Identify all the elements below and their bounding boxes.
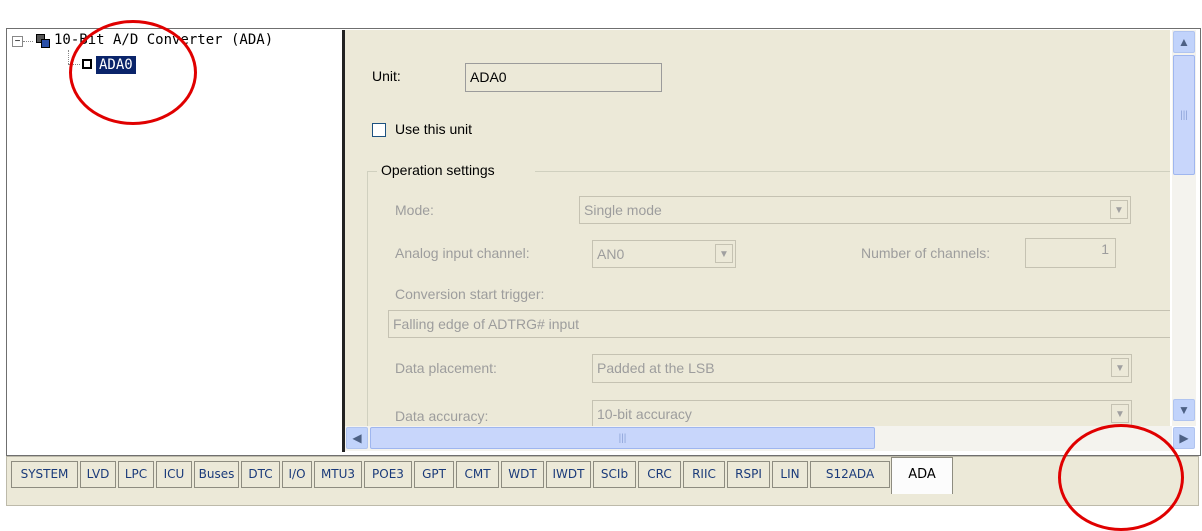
accuracy-select[interactable]: 10-bit accuracy ▼ <box>592 400 1132 426</box>
tab-dtc[interactable]: DTC <box>241 461 280 488</box>
tab-scib[interactable]: SCIb <box>593 461 636 488</box>
unit-node-icon <box>82 59 92 69</box>
mode-value: Single mode <box>584 202 662 218</box>
peripheral-tab-bar: SYSTEM LVD LPC ICU Buses DTC I/O MTU3 PO… <box>6 456 1199 506</box>
mode-select[interactable]: Single mode ▼ <box>579 196 1131 224</box>
scroll-left-icon[interactable]: ◀ <box>346 427 368 449</box>
tab-io[interactable]: I/O <box>282 461 312 488</box>
vertical-scroll-thumb[interactable]: ||| <box>1173 55 1195 175</box>
tree-root-label[interactable]: 10-Bit A/D Converter (ADA) <box>54 32 273 48</box>
placement-select[interactable]: Padded at the LSB ▼ <box>592 354 1132 383</box>
mode-label: Mode: <box>395 202 434 218</box>
chevron-down-icon[interactable]: ▼ <box>1111 404 1129 423</box>
tree-item-ada0[interactable]: ADA0 <box>96 56 136 74</box>
tab-crc[interactable]: CRC <box>638 461 681 488</box>
group-border <box>535 171 1170 172</box>
chevron-down-icon[interactable]: ▼ <box>715 244 733 263</box>
operation-settings-title: Operation settings <box>381 162 495 178</box>
num-channels-label: Number of channels: <box>861 245 991 261</box>
use-unit-label[interactable]: Use this unit <box>395 121 472 137</box>
unit-field: ADA0 <box>465 63 662 92</box>
chevron-down-icon[interactable]: ▼ <box>1111 358 1129 377</box>
group-border <box>367 171 377 172</box>
tab-system[interactable]: SYSTEM <box>11 461 78 488</box>
placement-label: Data placement: <box>395 360 497 376</box>
peripheral-tree[interactable]: − 10-Bit A/D Converter (ADA) ADA0 <box>10 30 345 452</box>
vertical-scrollbar[interactable]: ▲ ||| ▼ <box>1172 30 1196 426</box>
tab-icu[interactable]: ICU <box>156 461 192 488</box>
tree-connector <box>23 41 33 42</box>
trigger-field[interactable]: Falling edge of ADTRG# input <box>388 310 1170 338</box>
horizontal-scroll-thumb[interactable]: ||| <box>370 427 875 449</box>
tab-riic[interactable]: RIIC <box>683 461 725 488</box>
tab-buses[interactable]: Buses <box>194 461 239 488</box>
tab-ada[interactable]: ADA <box>891 457 953 494</box>
tab-gpt[interactable]: GPT <box>414 461 454 488</box>
tab-poe3[interactable]: POE3 <box>364 461 412 488</box>
placement-value: Padded at the LSB <box>597 360 715 376</box>
channel-label: Analog input channel: <box>395 245 530 261</box>
collapse-icon[interactable]: − <box>12 36 23 47</box>
accuracy-label: Data accuracy: <box>395 408 489 424</box>
tab-iwdt[interactable]: IWDT <box>546 461 591 488</box>
use-unit-checkbox[interactable] <box>372 123 386 137</box>
tab-rspi[interactable]: RSPI <box>727 461 770 488</box>
unit-label: Unit: <box>372 68 401 84</box>
tab-s12ada[interactable]: S12ADA <box>810 461 890 488</box>
channel-select[interactable]: AN0 ▼ <box>592 240 736 268</box>
tab-wdt[interactable]: WDT <box>501 461 544 488</box>
scroll-right-icon[interactable]: ▶ <box>1173 427 1195 449</box>
tab-lvd[interactable]: LVD <box>80 461 116 488</box>
chevron-down-icon[interactable]: ▼ <box>1110 200 1128 219</box>
tab-cmt[interactable]: CMT <box>456 461 499 488</box>
group-border <box>367 171 368 426</box>
tree-connector <box>68 50 69 64</box>
channel-value: AN0 <box>597 246 625 262</box>
tab-mtu3[interactable]: MTU3 <box>314 461 362 488</box>
horizontal-scrollbar[interactable]: ◀ ||| ▶ <box>345 426 1195 451</box>
trigger-label: Conversion start trigger: <box>395 286 545 302</box>
accuracy-value: 10-bit accuracy <box>597 406 692 422</box>
tab-lpc[interactable]: LPC <box>118 461 154 488</box>
scroll-up-icon[interactable]: ▲ <box>1173 31 1195 53</box>
tree-connector <box>68 64 80 65</box>
tab-lin[interactable]: LIN <box>772 461 808 488</box>
num-channels-field[interactable]: 1 <box>1025 238 1116 268</box>
scroll-down-icon[interactable]: ▼ <box>1173 399 1195 421</box>
module-icon-secondary <box>41 39 50 48</box>
settings-panel: Unit: ADA0 Use this unit Operation setti… <box>345 30 1170 426</box>
